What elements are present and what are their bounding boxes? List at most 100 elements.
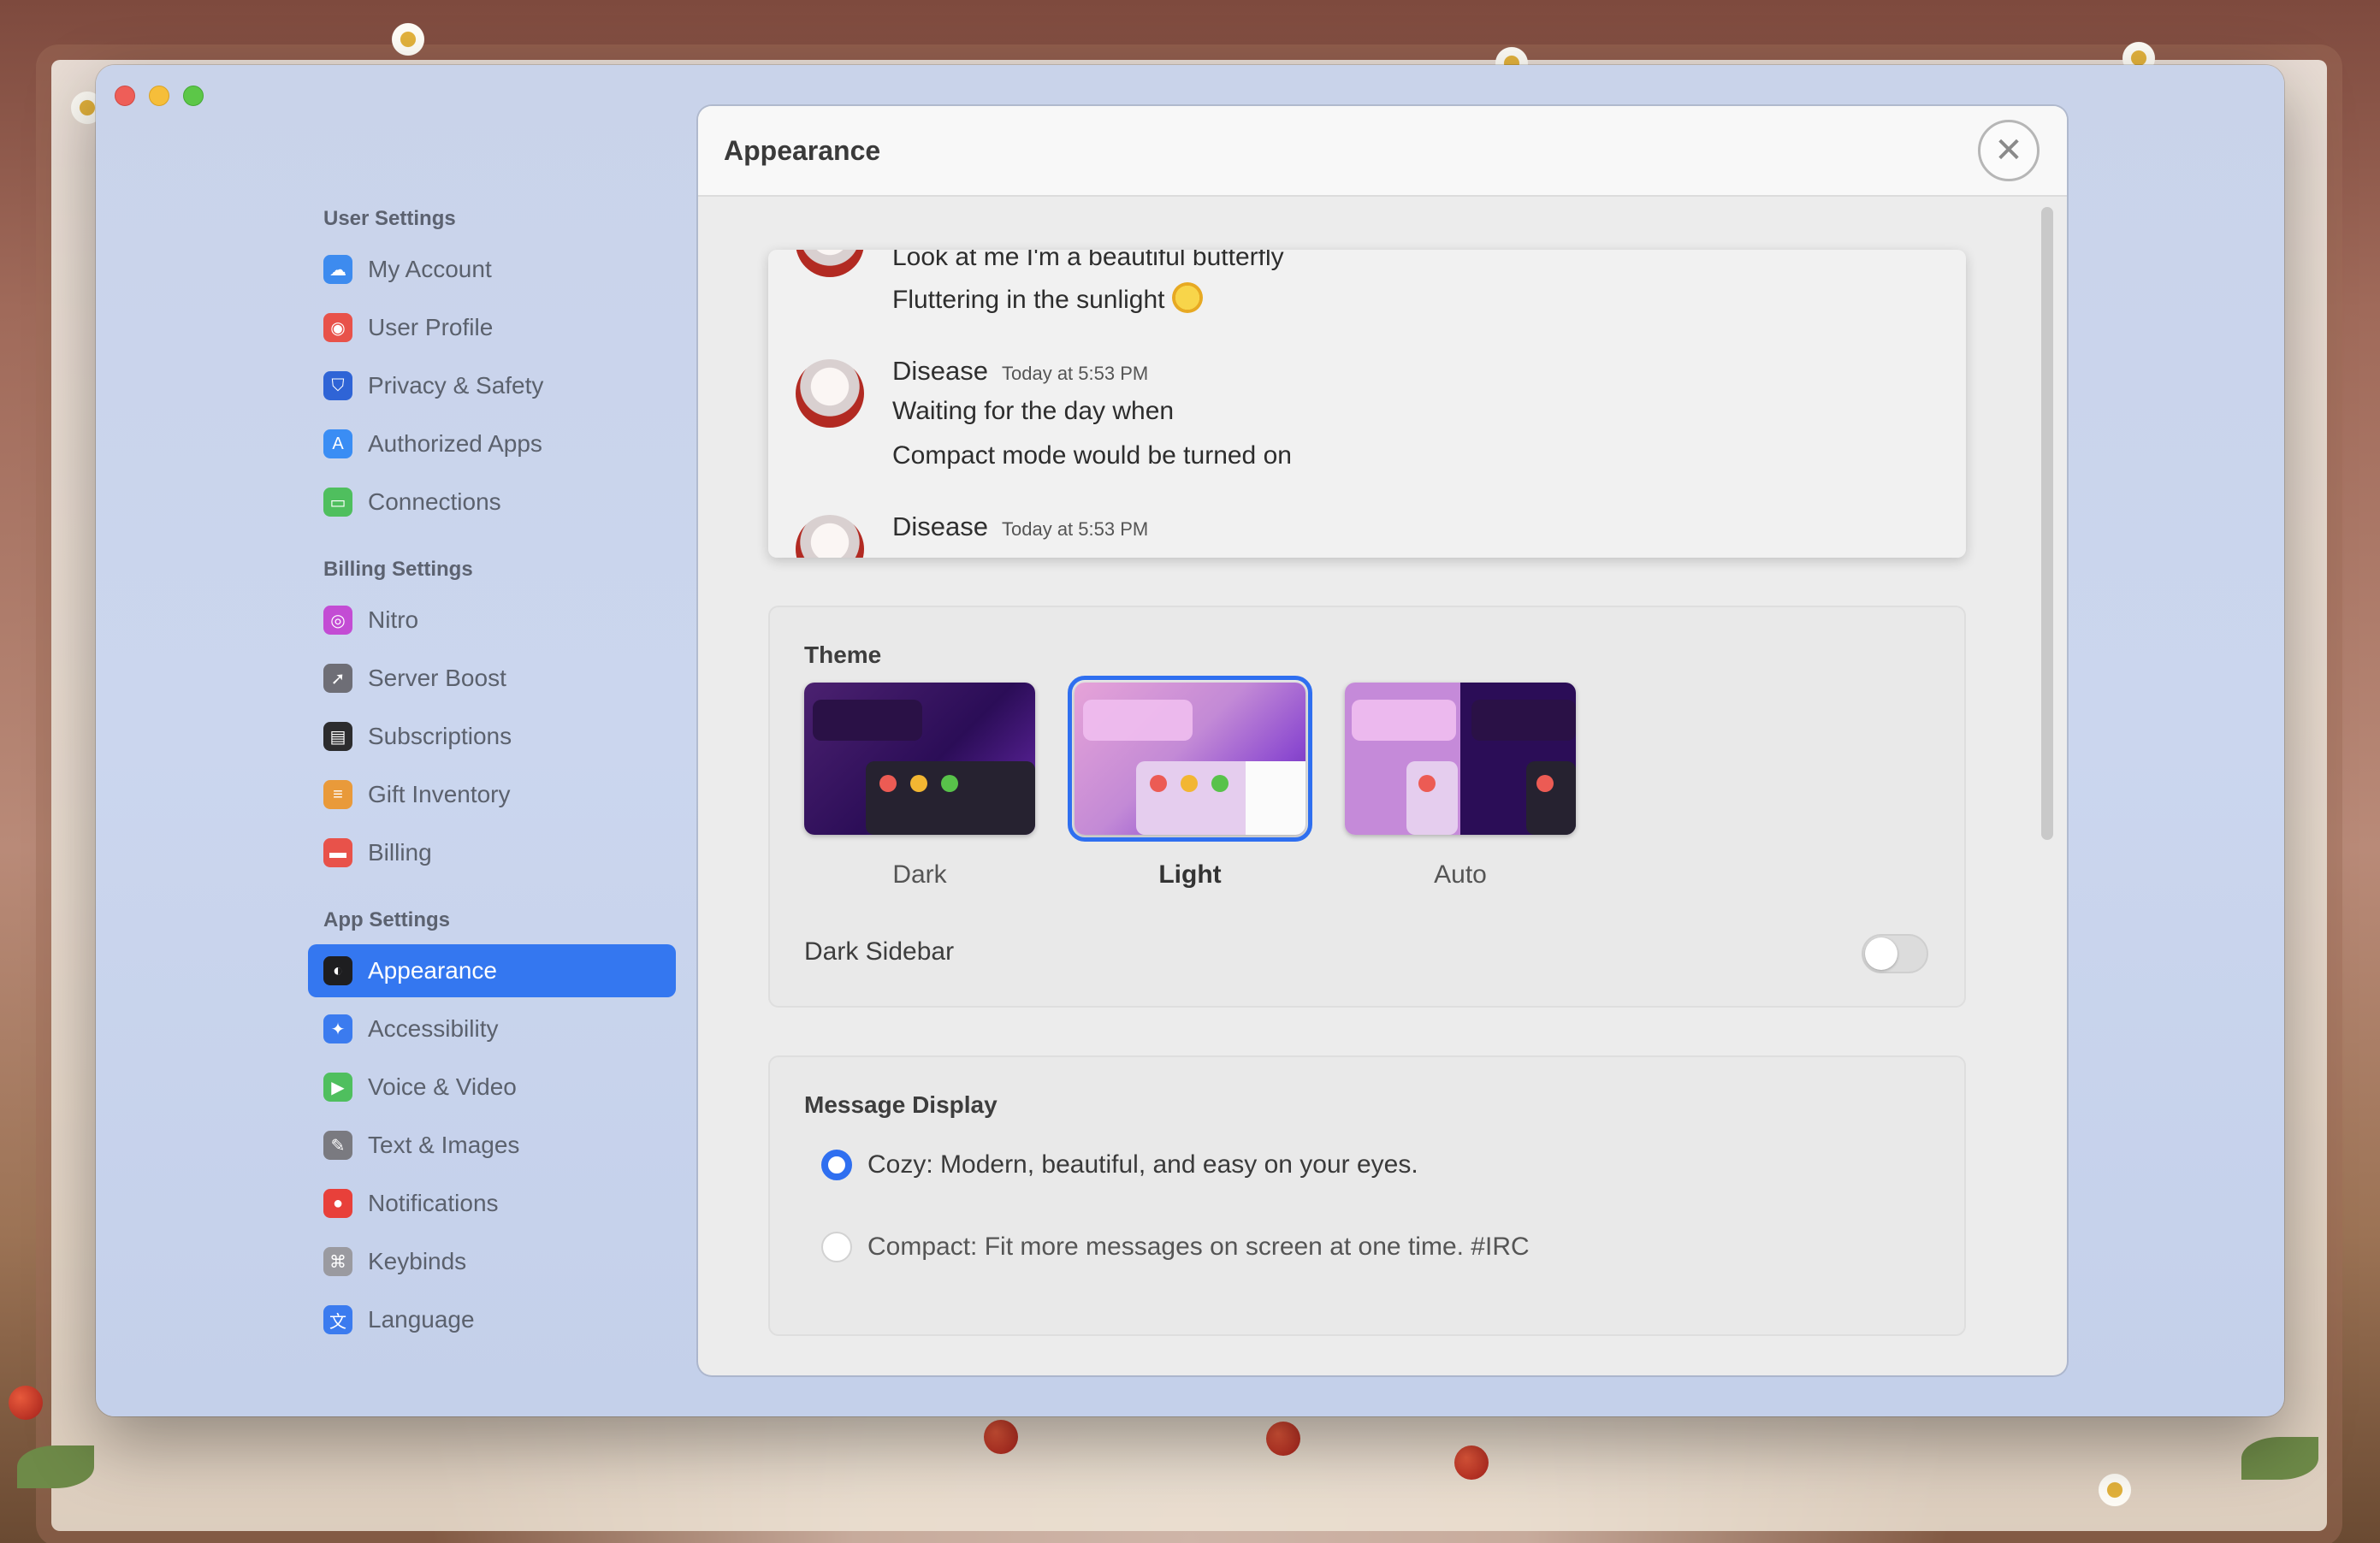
gift-stack-icon: ≡ bbox=[323, 780, 352, 809]
theme-thumbnail-light bbox=[1068, 676, 1312, 842]
sidebar-item-connections[interactable]: ▭ Connections bbox=[308, 476, 676, 529]
theme-label: Auto bbox=[1434, 860, 1487, 889]
leaf-decoration bbox=[2241, 1437, 2318, 1480]
sidebar-item-label: Billing bbox=[368, 839, 432, 866]
radio-label: Compact: Fit more messages on screen at … bbox=[867, 1233, 1530, 1261]
sidebar-item-subscriptions[interactable]: ▤ Subscriptions bbox=[308, 710, 676, 763]
sidebar-item-keybinds[interactable]: ⌘ Keybinds bbox=[308, 1235, 676, 1288]
radio-label: Cozy: Modern, beautiful, and easy on you… bbox=[867, 1150, 1418, 1179]
sun-emoji-icon bbox=[1171, 282, 1203, 313]
sidebar-item-privacy-safety[interactable]: ⛉ Privacy & Safety bbox=[308, 359, 676, 412]
rocket-icon: ➚ bbox=[323, 664, 352, 693]
sidebar-item-language[interactable]: 文 Language bbox=[308, 1293, 676, 1346]
appearance-icon: ◐ bbox=[323, 956, 352, 985]
author-name: Disease bbox=[892, 356, 988, 386]
message-author-row: Disease Today at 5:53 PM bbox=[892, 356, 1148, 387]
settings-sidebar: User Settings ☁ My Account ◉ User Profile ⛉ Pr… bbox=[308, 202, 676, 1370]
theme-title: Theme bbox=[804, 641, 882, 668]
theme-thumbnail-dark bbox=[804, 683, 1035, 835]
berry-decoration bbox=[9, 1386, 43, 1420]
cloud-icon: ☁ bbox=[323, 255, 352, 284]
dark-sidebar-label: Dark Sidebar bbox=[804, 937, 955, 966]
sidebar-item-label: Language bbox=[368, 1306, 475, 1333]
notifications-icon: ● bbox=[323, 1189, 352, 1218]
theme-option-light[interactable]: Light bbox=[1068, 676, 1312, 890]
window-maximize-button[interactable] bbox=[183, 86, 204, 106]
sidebar-group: App Settings ◐ Appearance ✦ Accessibility ▶ Vo… bbox=[308, 903, 676, 1346]
theme-label: Dark bbox=[892, 860, 947, 889]
message-display-compact-option[interactable]: Compact: Fit more messages on screen at … bbox=[821, 1232, 1530, 1262]
wallet-icon: ▤ bbox=[323, 722, 352, 751]
facetime-icon: ▶ bbox=[323, 1073, 352, 1102]
message-author-row: Disease Today at 5:53 PM bbox=[892, 511, 1148, 542]
dark-sidebar-toggle[interactable] bbox=[1862, 934, 1928, 973]
sidebar-item-label: Nitro bbox=[368, 606, 419, 633]
sidebar-item-gift-inventory[interactable]: ≡ Gift Inventory bbox=[308, 768, 676, 821]
sidebar-item-label: Text & Images bbox=[368, 1132, 520, 1158]
radio-button-checked[interactable] bbox=[821, 1150, 852, 1180]
sidebar-item-notifications[interactable]: ● Notifications bbox=[308, 1177, 676, 1230]
shield-icon: ⛉ bbox=[323, 371, 352, 400]
sidebar-item-label: User Profile bbox=[368, 314, 494, 340]
radio-button-unchecked[interactable] bbox=[821, 1232, 852, 1262]
message-display-title: Message Display bbox=[804, 1091, 998, 1118]
sidebar-group: User Settings ☁ My Account ◉ User Profile ⛉ Pr… bbox=[308, 202, 676, 529]
preview-message-line: Compact mode would be turned on bbox=[892, 441, 1292, 470]
theme-option-dark[interactable]: Dark bbox=[804, 683, 1035, 890]
sidebar-item-billing[interactable]: ▬ Billing bbox=[308, 826, 676, 879]
window-minimize-button[interactable] bbox=[149, 86, 169, 106]
sidebar-section-header: Billing Settings bbox=[323, 558, 473, 581]
billing-icon: ▬ bbox=[323, 838, 352, 867]
settings-window: User Settings ☁ My Account ◉ User Profile ⛉ Pr… bbox=[96, 65, 2284, 1416]
sidebar-item-voice-video[interactable]: ▶ Voice & Video bbox=[308, 1061, 676, 1114]
sidebar-item-user-profile[interactable]: ◉ User Profile bbox=[308, 301, 676, 354]
sidebar-item-label: Voice & Video bbox=[368, 1073, 517, 1100]
author-name: Disease bbox=[892, 511, 988, 541]
theme-thumbnail-auto bbox=[1345, 683, 1576, 835]
nitro-icon: ◎ bbox=[323, 606, 352, 635]
sidebar-item-label: Connections bbox=[368, 488, 501, 515]
preview-message-line: Fluttering in the sunlight bbox=[892, 282, 1203, 315]
preview-message-text: Fluttering in the sunlight bbox=[892, 286, 1165, 314]
accessibility-icon: ✦ bbox=[323, 1014, 352, 1043]
scrollbar[interactable] bbox=[2041, 207, 2053, 840]
theme-option-auto[interactable]: Auto bbox=[1345, 683, 1576, 890]
sidebar-item-appearance[interactable]: ◐ Appearance bbox=[308, 944, 676, 997]
close-button[interactable]: ✕ bbox=[1978, 120, 2040, 181]
panel-header: Appearance bbox=[698, 106, 2067, 197]
theme-card: Theme Dark Light Auto Dark Sidebar bbox=[768, 606, 1966, 1008]
sidebar-item-label: Accessibility bbox=[368, 1015, 499, 1042]
avatar bbox=[796, 515, 864, 558]
sidebar-item-server-boost[interactable]: ➚ Server Boost bbox=[308, 652, 676, 705]
flower-decoration bbox=[2096, 1471, 2134, 1509]
berry-decoration bbox=[984, 1420, 1018, 1454]
text-edit-icon: ✎ bbox=[323, 1131, 352, 1160]
sidebar-item-accessibility[interactable]: ✦ Accessibility bbox=[308, 1002, 676, 1055]
flower-decoration bbox=[389, 21, 427, 58]
sidebar-item-my-account[interactable]: ☁ My Account bbox=[308, 243, 676, 296]
sidebar-item-label: Keybinds bbox=[368, 1248, 467, 1274]
sidebar-item-label: My Account bbox=[368, 256, 492, 282]
sidebar-item-text-images[interactable]: ✎ Text & Images bbox=[308, 1119, 676, 1172]
avatar bbox=[796, 250, 864, 277]
preview-message-line: Waiting for the day when bbox=[892, 397, 1175, 425]
window-close-button[interactable] bbox=[115, 86, 135, 106]
message-display-card: Message Display Cozy: Modern, beautiful,… bbox=[768, 1055, 1966, 1336]
message-display-cozy-option[interactable]: Cozy: Modern, beautiful, and easy on you… bbox=[821, 1150, 1418, 1180]
sidebar-item-label: Subscriptions bbox=[368, 723, 512, 749]
leaf-decoration bbox=[17, 1445, 94, 1488]
close-icon: ✕ bbox=[1994, 132, 2023, 169]
sidebar-item-label: Server Boost bbox=[368, 665, 506, 691]
sidebar-section-header: App Settings bbox=[323, 908, 450, 931]
sidebar-item-label: Notifications bbox=[368, 1190, 499, 1216]
panel-title: Appearance bbox=[724, 134, 881, 166]
window-controls bbox=[115, 86, 204, 106]
sidebar-item-nitro[interactable]: ◎ Nitro bbox=[308, 594, 676, 647]
sidebar-item-label: Authorized Apps bbox=[368, 430, 542, 457]
message-timestamp: Today at 5:53 PM bbox=[1002, 363, 1149, 384]
theme-label: Light bbox=[1158, 860, 1222, 889]
connections-icon: ▭ bbox=[323, 488, 352, 517]
avatar bbox=[796, 359, 864, 428]
sidebar-item-authorized-apps[interactable]: A Authorized Apps bbox=[308, 417, 676, 470]
message-preview: Look at me I'm a beautiful butterfly Flu… bbox=[768, 250, 1966, 558]
